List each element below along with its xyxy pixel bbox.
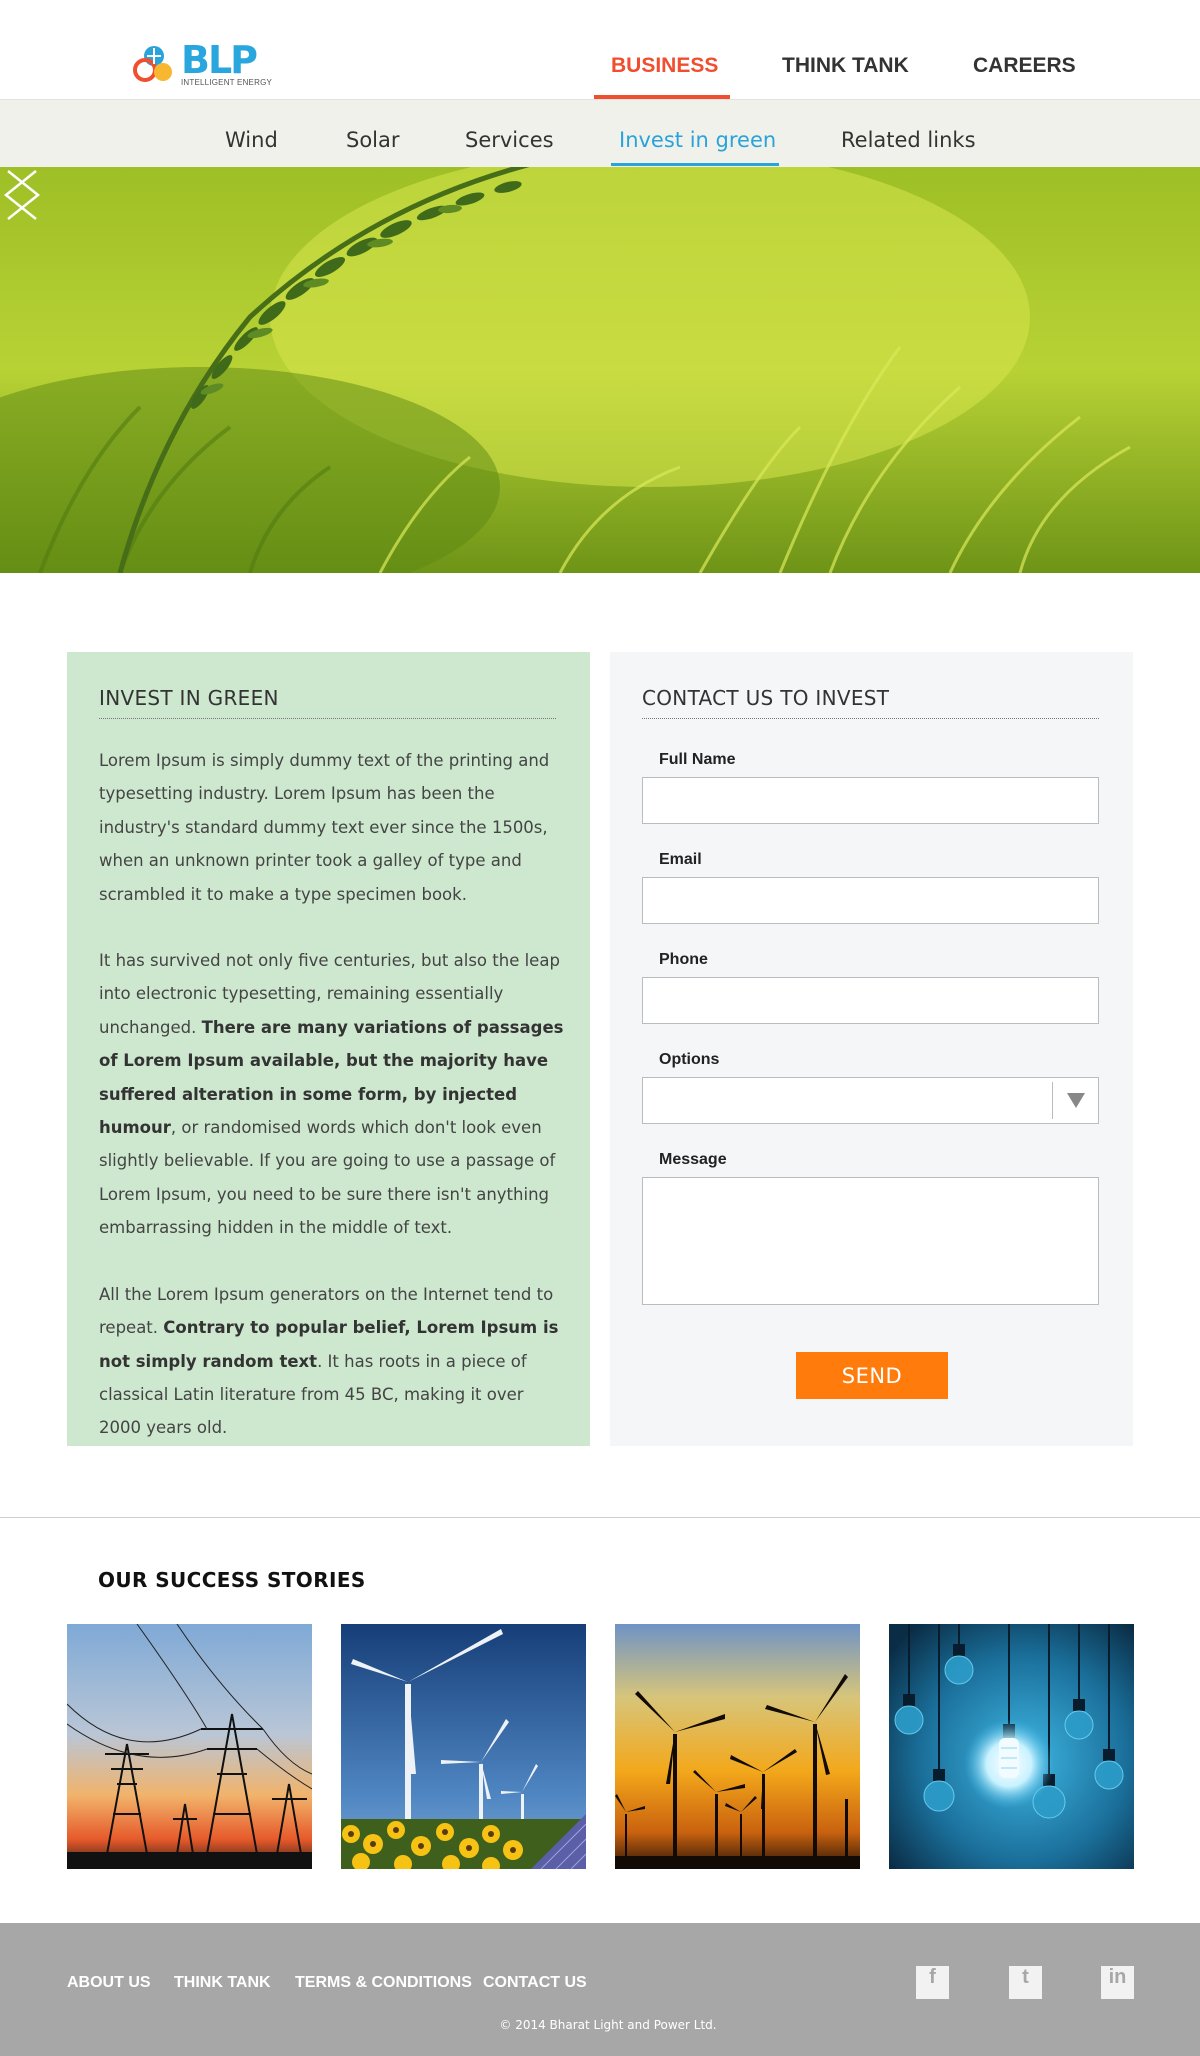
wind-turbines-image bbox=[341, 1624, 586, 1869]
invest-title: INVEST IN GREEN bbox=[99, 686, 279, 710]
logo[interactable]: BLP INTELLIGENT ENERGY bbox=[133, 38, 272, 88]
linkedin-icon[interactable]: in bbox=[1101, 1966, 1134, 1999]
footer-link-terms[interactable]: TERMS & CONDITIONS bbox=[295, 1974, 472, 1992]
options-select[interactable] bbox=[642, 1077, 1099, 1124]
send-button[interactable]: SEND bbox=[796, 1352, 948, 1399]
invest-paragraph-1: Lorem Ipsum is simply dummy text of the … bbox=[99, 751, 550, 904]
twitter-icon[interactable]: t bbox=[1009, 1966, 1042, 1999]
sub-nav-services[interactable]: Services bbox=[465, 128, 554, 152]
invest-paragraph-2: It has survived not only five centuries,… bbox=[99, 951, 564, 1238]
logo-mark-icon bbox=[133, 46, 172, 82]
full-name-input[interactable] bbox=[642, 777, 1099, 824]
sub-nav: Wind Solar Services Invest in green Rela… bbox=[0, 100, 1200, 167]
footer-link-think-tank[interactable]: THINK TANK bbox=[174, 1974, 271, 1992]
wind-farm-image bbox=[615, 1624, 860, 1869]
contact-title: CONTACT US TO INVEST bbox=[642, 686, 890, 710]
title-divider bbox=[99, 718, 556, 719]
dropdown-arrow-icon[interactable] bbox=[1067, 1093, 1085, 1108]
story-card-wind-farm[interactable] bbox=[615, 1624, 860, 1869]
facebook-icon[interactable]: f bbox=[916, 1966, 949, 1999]
main-nav-careers[interactable]: CAREERS bbox=[973, 54, 1076, 78]
success-stories-title: OUR SUCCESS STORIES bbox=[98, 1568, 366, 1592]
power-lines-image bbox=[67, 1624, 312, 1869]
phone-input[interactable] bbox=[642, 977, 1099, 1024]
contact-form-panel: CONTACT US TO INVEST Full Name Email Pho… bbox=[610, 652, 1133, 1446]
message-textarea[interactable] bbox=[642, 1177, 1099, 1305]
footer-link-contact-us[interactable]: CONTACT US bbox=[483, 1974, 587, 1992]
invest-in-green-panel: INVEST IN GREEN Lorem Ipsum is simply du… bbox=[67, 652, 590, 1446]
hero-image bbox=[0, 167, 1200, 573]
full-name-label: Full Name bbox=[659, 751, 736, 768]
sub-nav-invest-in-green[interactable]: Invest in green bbox=[619, 128, 776, 152]
site-header: BLP INTELLIGENT ENERGY BUSINESS THINK TA… bbox=[0, 0, 1200, 100]
sub-nav-related-links[interactable]: Related links bbox=[841, 128, 976, 152]
site-footer: ABOUT US THINK TANK TERMS & CONDITIONS C… bbox=[0, 1923, 1200, 2056]
title-divider bbox=[642, 718, 1099, 719]
phone-label: Phone bbox=[659, 951, 708, 968]
section-divider bbox=[0, 1517, 1200, 1518]
chevron-right-icon[interactable] bbox=[0, 167, 44, 223]
main-nav-business[interactable]: BUSINESS bbox=[611, 54, 718, 78]
email-label: Email bbox=[659, 851, 702, 868]
options-label: Options bbox=[659, 1051, 720, 1068]
footer-link-about-us[interactable]: ABOUT US bbox=[67, 1974, 151, 1992]
story-card-power-lines[interactable] bbox=[67, 1624, 312, 1869]
copyright-text: © 2014 Bharat Light and Power Ltd. bbox=[499, 2018, 717, 2032]
active-subnav-indicator bbox=[611, 163, 779, 166]
invest-body: Lorem Ipsum is simply dummy text of the … bbox=[99, 744, 565, 1478]
story-card-wind-sunflowers[interactable] bbox=[341, 1624, 586, 1869]
main-nav-think-tank[interactable]: THINK TANK bbox=[782, 54, 909, 78]
sub-nav-wind[interactable]: Wind bbox=[225, 128, 278, 152]
invest-paragraph-3: All the Lorem Ipsum generators on the In… bbox=[99, 1284, 559, 1438]
message-label: Message bbox=[659, 1151, 727, 1168]
sub-nav-solar[interactable]: Solar bbox=[346, 128, 400, 152]
story-card-light-bulbs[interactable] bbox=[889, 1624, 1134, 1869]
logo-tagline: INTELLIGENT ENERGY bbox=[181, 78, 273, 87]
light-bulbs-image bbox=[889, 1624, 1134, 1869]
logo-wordmark: BLP bbox=[181, 38, 258, 82]
hero-slider bbox=[0, 167, 1200, 573]
select-divider bbox=[1052, 1082, 1053, 1119]
active-nav-indicator bbox=[594, 95, 730, 99]
email-input[interactable] bbox=[642, 877, 1099, 924]
